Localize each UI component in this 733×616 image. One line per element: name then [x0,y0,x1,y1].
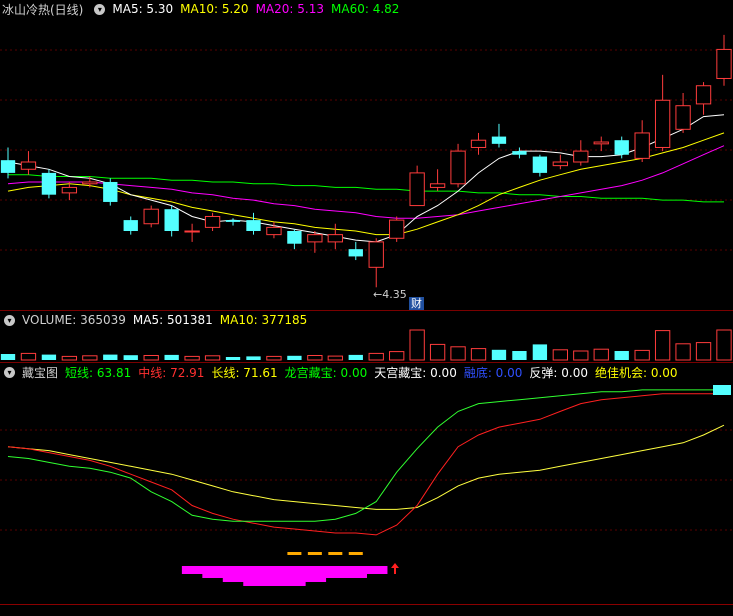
magenta-fill-bar [202,566,224,578]
orange-marker [287,552,302,555]
volume-bar-down [491,349,507,360]
stock-chart[interactable] [0,0,733,615]
candle-body-down [246,220,261,231]
candle-body-up [634,132,650,159]
candle-body-up [695,85,712,105]
candle-body-up [552,161,569,167]
volume-bar-up [429,343,446,361]
candle-body-up [429,183,446,188]
candle-body-down [103,181,118,202]
volume-bar-up [634,349,650,361]
volume-bar-up [82,355,98,361]
volume-bar-up [184,355,200,361]
magenta-fill-bar [284,566,306,586]
time-axis [0,604,733,616]
orange-marker [348,552,363,555]
volume-bar-down [348,354,363,360]
volume-bar-down [164,354,179,360]
magenta-fill-bar [366,566,388,574]
candle-body-down [123,220,138,231]
candle-body-up [716,48,732,79]
candle-body-down [225,220,241,222]
volume-bar-up [204,355,221,361]
volume-bar-down [287,355,302,360]
volume-bar-up [573,350,589,361]
volume-bar-up [143,355,159,361]
candle-body-down [614,140,629,155]
mid-line [7,393,724,536]
candle-body-up [82,181,98,185]
volume-bar-up [409,329,425,361]
volume-bar-up [368,352,384,361]
candle-body-up [143,208,159,225]
volume-bar-up [327,355,343,361]
volume-bar-up [552,349,569,361]
orange-marker [307,552,322,555]
volume-bar-down [225,357,241,360]
volume-bar-up [20,352,37,361]
long-line [7,424,725,510]
volume-bar-up [61,355,78,361]
candle-body-down [348,249,363,257]
candle-body-up [675,105,691,130]
candle-body-up [409,172,425,207]
low-price-annotation: ←4.35 [373,288,407,301]
end-marker [713,385,731,395]
magenta-fill-bar [304,566,327,582]
candle-body-down [512,151,527,155]
finance-badge[interactable]: 财 [409,297,424,310]
magenta-fill-bar [325,566,347,578]
candle-body-up [266,226,282,236]
candle-body-up [20,161,37,170]
candle-body-up [368,241,384,268]
candle-body-down [532,156,548,173]
candle-body-up [654,99,671,148]
volume-bar-up [654,330,671,361]
magenta-fill-bar [222,566,245,582]
volume-bar-down [123,355,138,360]
orange-marker [328,552,343,555]
volume-bar-up [450,346,466,361]
candle-body-up [204,215,221,228]
candle-body-up [389,219,405,239]
candle-body-up [573,150,589,163]
volume-bar-down [246,356,261,360]
candle-body-up [184,230,200,233]
volume-bar-up [675,343,691,361]
candle-body-down [0,160,16,173]
candle-body-down [287,231,302,244]
volume-bar-down [0,354,16,360]
candle-body-up [593,141,609,145]
candle-body-up [470,139,487,148]
volume-bar-down [512,351,527,360]
candle-body-down [491,136,507,144]
magenta-fill-bar [263,566,286,586]
candle-body-down [164,209,179,231]
magenta-fill-bar [181,566,204,574]
magenta-fill-bar [345,566,367,578]
candle-body-up [327,234,343,243]
volume-bar-down [103,354,118,360]
candle-body-up [307,234,323,243]
volume-bar-up [716,329,732,361]
candle-body-up [450,150,466,185]
volume-bar-up [593,348,609,361]
up-arrow-marker [391,563,399,574]
volume-bar-up [307,355,323,361]
volume-bar-up [470,348,487,361]
candle-body-up [61,186,78,194]
volume-bar-down [614,351,629,360]
volume-bar-up [266,355,282,361]
volume-bar-up [695,342,712,361]
volume-bar-down [532,344,548,360]
candle-body-down [41,172,57,195]
magenta-fill-bar [243,566,265,586]
volume-bar-down [41,354,57,360]
volume-bar-up [389,351,405,361]
